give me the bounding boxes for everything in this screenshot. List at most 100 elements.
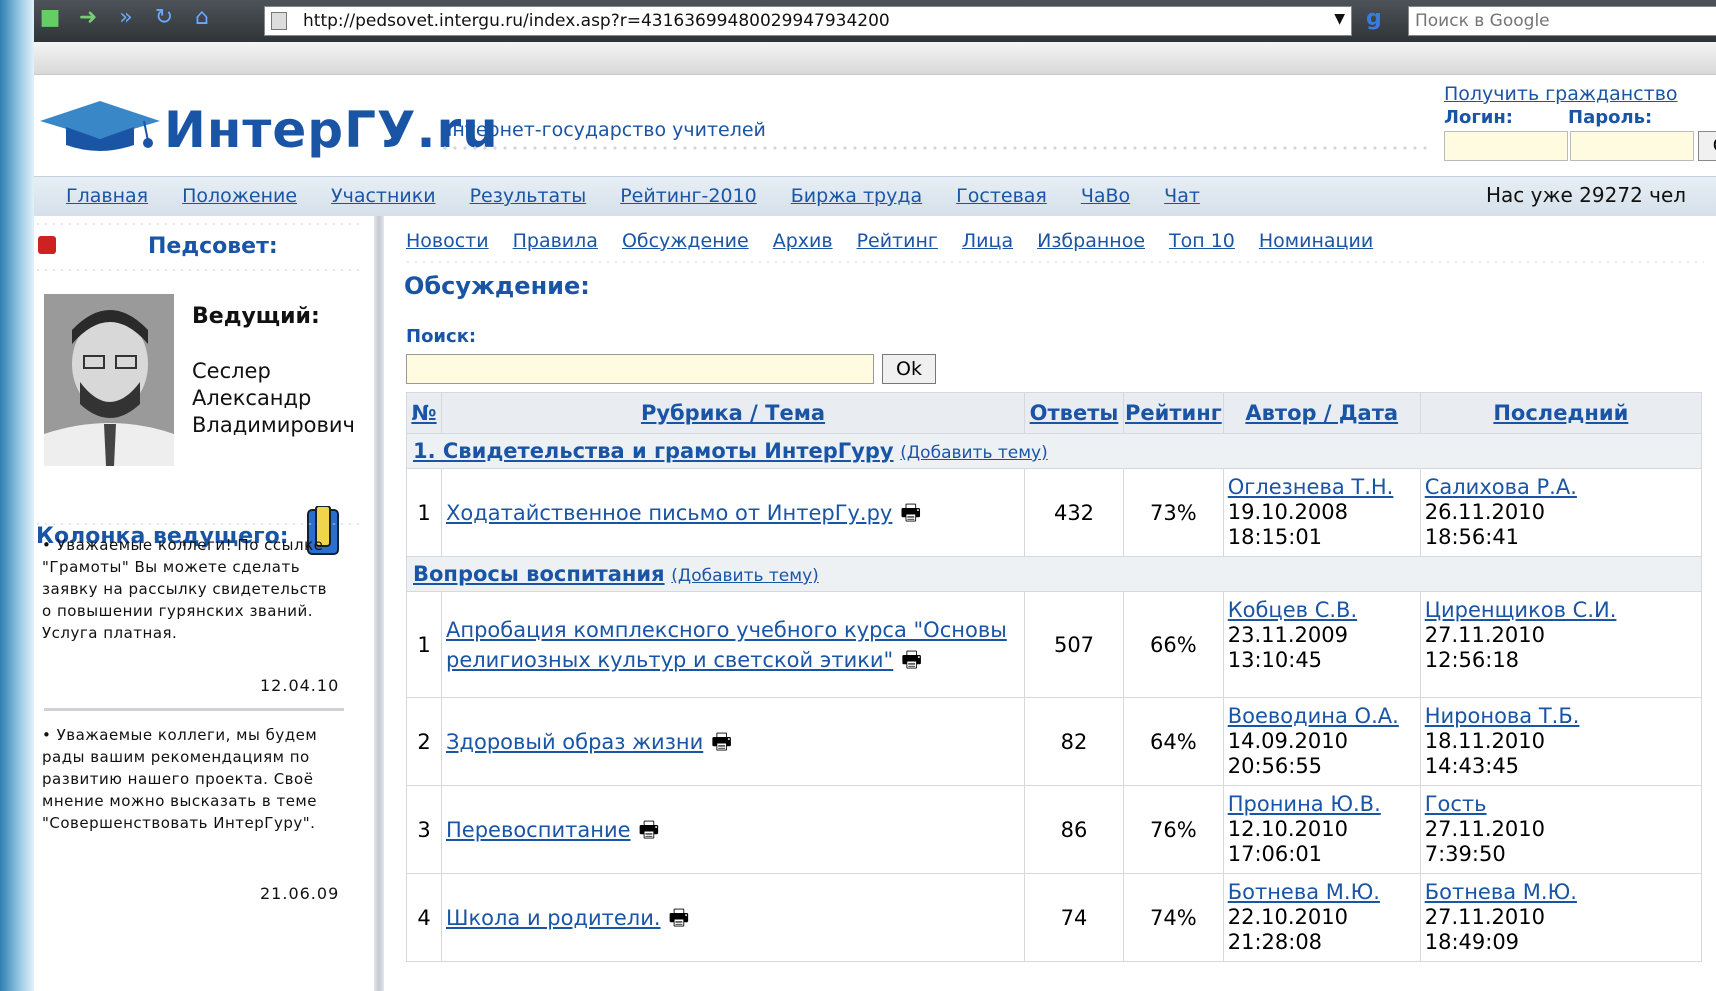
google-search-input[interactable] (1409, 7, 1716, 35)
answers-count: 74 (1024, 873, 1124, 962)
printer-icon[interactable]: 🖶 (711, 731, 737, 754)
main-nav-link[interactable]: ЧаВо (1081, 185, 1130, 207)
main-nav-link[interactable]: Гостевая (956, 185, 1047, 207)
main-nav-link[interactable]: Участники (331, 185, 436, 207)
sub-nav-link[interactable]: Избранное (1037, 230, 1145, 252)
last-time: 18:49:09 (1424, 930, 1520, 954)
last-date: 27.11.2010 (1424, 905, 1545, 929)
author-link[interactable]: Пронина Ю.В. (1228, 792, 1381, 816)
last-time: 18:56:41 (1424, 525, 1520, 549)
sub-nav-link[interactable]: Правила (513, 230, 598, 252)
main-nav-link[interactable]: Чат (1164, 185, 1200, 207)
login-field[interactable] (1444, 131, 1568, 161)
browser-toolbar: ■ ➜ » ↻ ⌂ http://pedsovet.intergu.ru/ind… (34, 0, 1716, 42)
col-header-rating[interactable]: Рейтинг (1123, 392, 1224, 434)
col-header-rubric[interactable]: Рубрика / Тема (441, 392, 1025, 434)
last-author-link[interactable]: Салихова Р.А. (1425, 475, 1577, 499)
rubric-title-link[interactable]: 1. Свидетельства и грамоты ИнтерГуру (413, 439, 894, 463)
rating-value: 64% (1123, 697, 1224, 786)
last-author-link[interactable]: Ботнева М.Ю. (1425, 880, 1577, 904)
rubric-cell: 1. Свидетельства и грамоты ИнтерГуру (До… (406, 433, 1702, 469)
printer-icon[interactable]: 🖶 (901, 649, 927, 672)
sub-nav-link[interactable]: Обсуждение (622, 230, 749, 252)
google-search-box[interactable] (1408, 6, 1716, 36)
last-post-cell: Ботнева М.Ю. 27.11.2010 18:49:09 (1419, 873, 1703, 962)
row-number: 4 (406, 873, 442, 962)
col-header-author[interactable]: Автор / Дата (1222, 392, 1421, 434)
topic-link[interactable]: Школа и родители. (446, 906, 661, 930)
address-bar[interactable]: http://pedsovet.intergu.ru/index.asp?r=4… (264, 6, 1352, 36)
author-link[interactable]: Оглезнева Т.Н. (1228, 475, 1394, 499)
topic-cell: Ходатайственное письмо от ИнтерГу.ру 🖶 (441, 468, 1025, 557)
rubric-cell: Вопросы воспитания (Добавить тему) (406, 556, 1702, 592)
sub-nav-link[interactable]: Лица (962, 230, 1013, 252)
topic-cell: Перевоспитание 🖶 (441, 785, 1025, 874)
add-topic-link[interactable]: (Добавить тему) (671, 566, 819, 586)
author-time: 13:10:45 (1227, 648, 1323, 672)
table-row: 2 Здоровый образ жизни 🖶 82 64% Воеводина О.А… (406, 697, 1703, 786)
sub-nav-link[interactable]: Номинации (1259, 230, 1373, 252)
topic-cell: Школа и родители. 🖶 (441, 873, 1025, 962)
printer-icon[interactable]: 🖶 (669, 907, 695, 930)
red-square-icon (38, 236, 56, 254)
chevron-down-icon[interactable]: ▼ (1334, 11, 1345, 27)
topic-link[interactable]: Перевоспитание (446, 818, 631, 842)
search-input[interactable] (406, 354, 874, 384)
get-citizenship-link[interactable]: Получить гражданство (1444, 83, 1678, 105)
forward-arrow-icon[interactable]: ➜ (76, 6, 100, 30)
refresh-icon[interactable]: ↻ (152, 6, 176, 30)
member-count: Нас уже 29272 чел (1486, 183, 1687, 207)
login-ok-button[interactable]: Ok (1698, 131, 1716, 161)
author-cell: Оглезнева Т.Н. 19.10.2008 18:15:01 (1222, 468, 1421, 557)
sub-nav-link[interactable]: Топ 10 (1169, 230, 1235, 252)
sub-nav-link[interactable]: Архив (773, 230, 833, 252)
last-author-link[interactable]: Циренщиков С.И. (1425, 598, 1617, 622)
col-header-last[interactable]: Последний (1419, 392, 1703, 434)
google-icon[interactable]: g (1366, 6, 1400, 36)
answers-count: 507 (1024, 591, 1124, 698)
news-item-date: 21.06.09 (260, 884, 340, 903)
news-divider (44, 708, 344, 711)
dots-divider (34, 222, 362, 226)
col-header-answers[interactable]: Ответы (1024, 392, 1124, 434)
sub-nav-link[interactable]: Рейтинг (857, 230, 938, 252)
main-nav-link[interactable]: Биржа труда (791, 185, 922, 207)
browser-nav-icons: ■ ➜ » ↻ ⌂ (34, 6, 214, 30)
home-icon[interactable]: ⌂ (190, 6, 214, 30)
printer-icon[interactable]: 🖶 (900, 502, 926, 525)
author-link[interactable]: Воеводина О.А. (1228, 704, 1399, 728)
news-item-text: • Уважаемые коллеги, мы будем рады вашим… (42, 726, 318, 832)
search-ok-button[interactable]: Ok (882, 354, 936, 384)
rating-value: 74% (1123, 873, 1224, 962)
author-date: 22.10.2010 (1227, 905, 1348, 929)
add-topic-link[interactable]: (Добавить тему) (900, 443, 1048, 463)
row-number: 1 (406, 468, 442, 557)
last-author-link[interactable]: Гость (1425, 792, 1487, 816)
topic-cell: Здоровый образ жизни 🖶 (441, 697, 1025, 786)
fast-forward-icon[interactable]: » (114, 6, 138, 30)
main-nav-link[interactable]: Результаты (470, 185, 587, 207)
main-nav-link[interactable]: Положение (182, 185, 297, 207)
author-link[interactable]: Ботнева М.Ю. (1228, 880, 1380, 904)
password-field[interactable] (1570, 131, 1694, 161)
stop-icon[interactable]: ■ (38, 6, 62, 30)
main-nav-link[interactable]: Главная (66, 185, 148, 207)
col-header-num[interactable]: № (406, 392, 442, 434)
main-nav-link[interactable]: Рейтинг-2010 (620, 185, 757, 207)
host-name: Сеслер Александр Владимирович (192, 359, 355, 437)
author-link[interactable]: Кобцев С.В. (1228, 598, 1357, 622)
sub-nav: Новости Правила Обсуждение Архив Рейтинг Лица… (406, 230, 1373, 252)
table-row: 1 Ходатайственное письмо от ИнтерГу.ру 🖶 43… (406, 468, 1703, 557)
sub-nav-link[interactable]: Новости (406, 230, 489, 252)
last-author-link[interactable]: Ниронова Т.Б. (1425, 704, 1580, 728)
address-url: http://pedsovet.intergu.ru/index.asp?r=4… (303, 11, 890, 31)
answers-count: 432 (1024, 468, 1124, 557)
topic-link[interactable]: Здоровый образ жизни (446, 730, 703, 754)
topic-link[interactable]: Ходатайственное письмо от ИнтерГу.ру (446, 501, 892, 525)
last-time: 12:56:18 (1424, 648, 1520, 672)
last-post-cell: Ниронова Т.Б. 18.11.2010 14:43:45 (1419, 697, 1703, 786)
printer-icon[interactable]: 🖶 (639, 819, 665, 842)
news-item-text: • Уважаемые коллеги! По ссылке "Грамоты"… (42, 536, 328, 642)
author-cell: Пронина Ю.В. 12.10.2010 17:06:01 (1222, 785, 1421, 874)
rubric-title-link[interactable]: Вопросы воспитания (413, 562, 665, 586)
